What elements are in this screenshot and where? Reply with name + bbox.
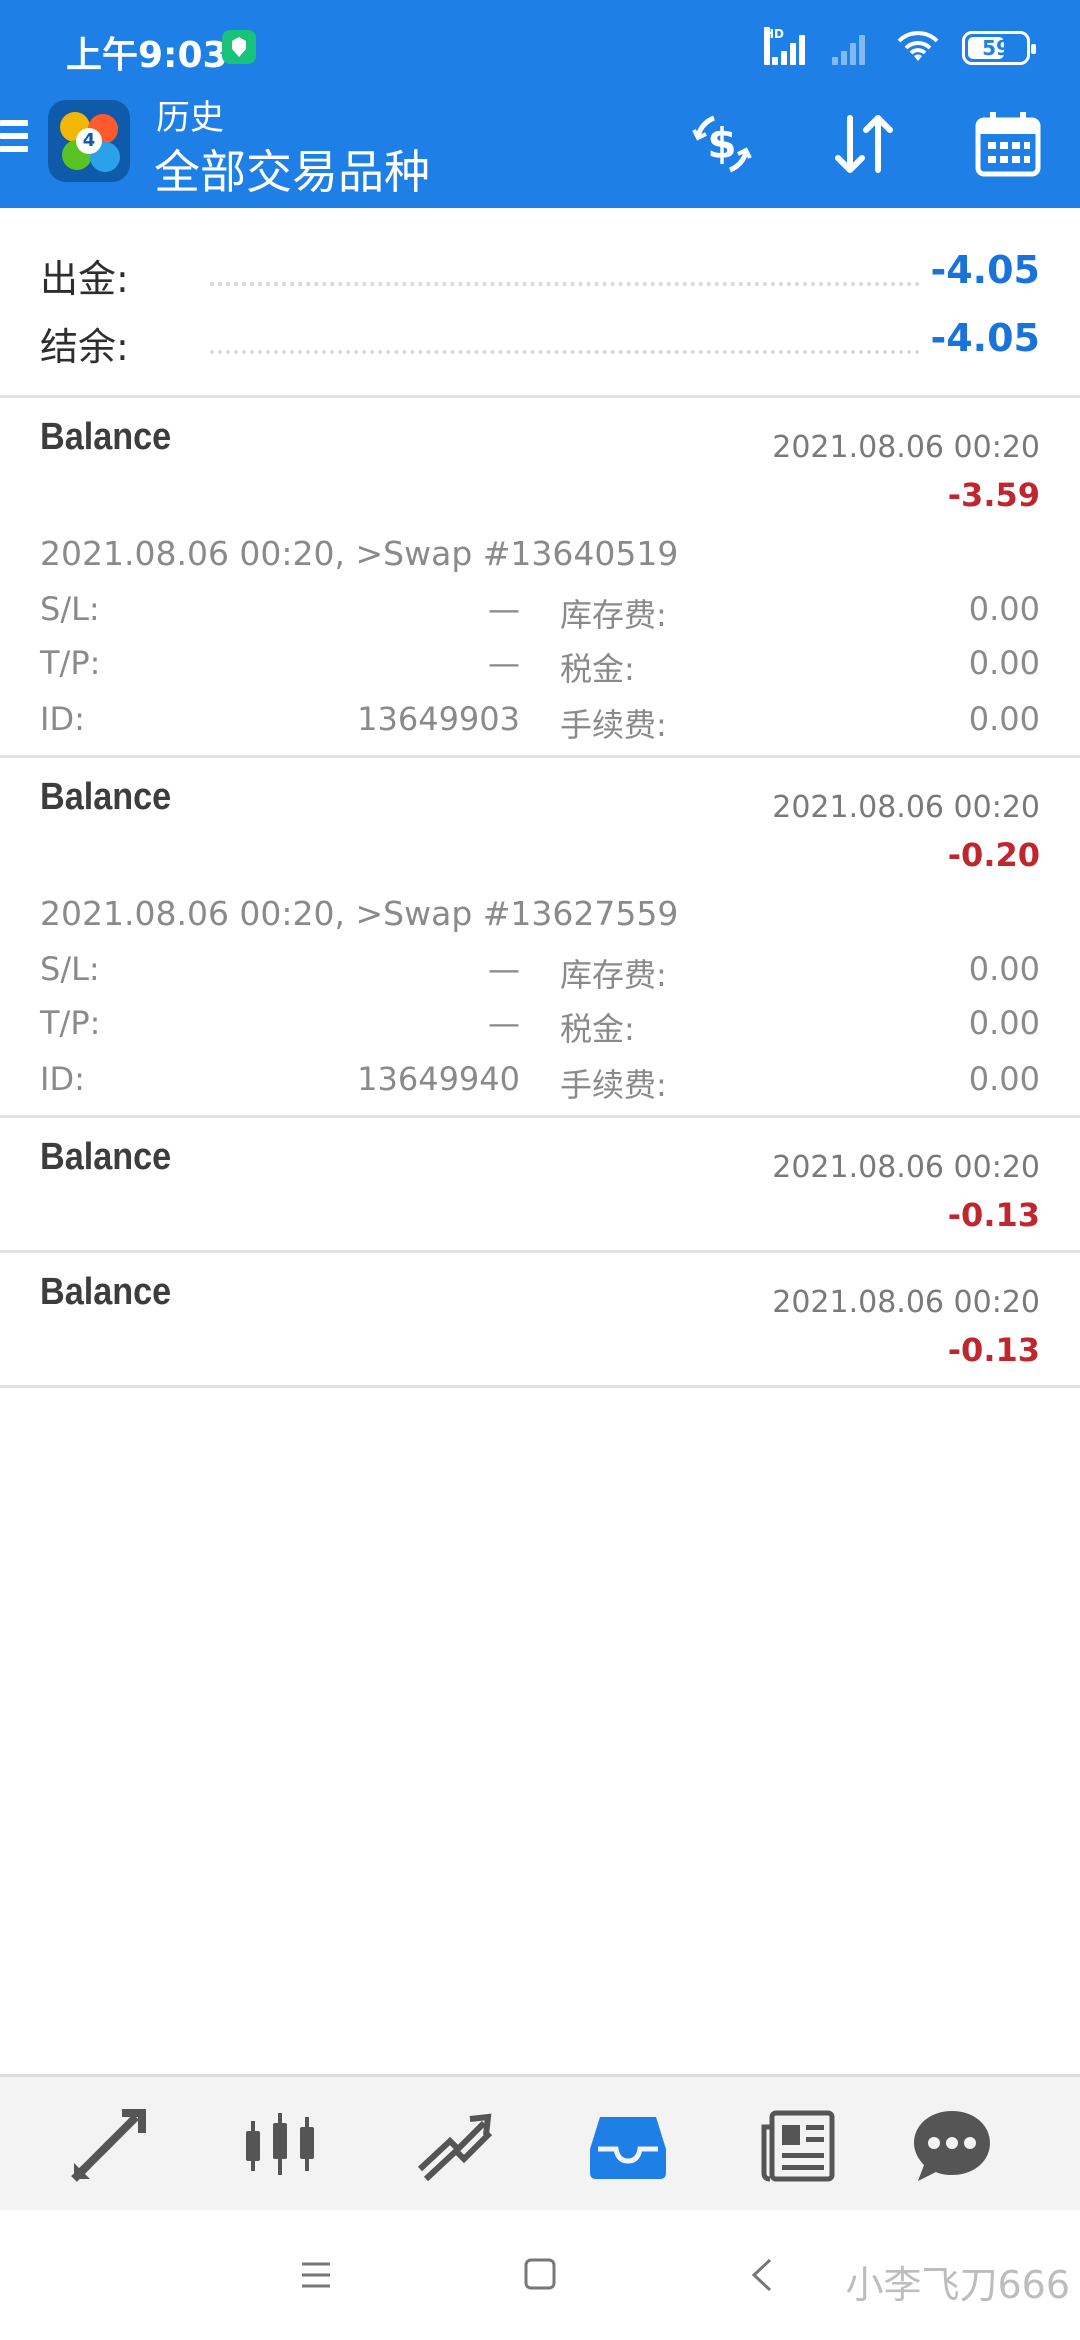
tp-label: T/P: bbox=[40, 644, 101, 682]
header-title[interactable]: 全部交易品种 bbox=[154, 136, 430, 202]
currency-exchange-icon[interactable]: $ bbox=[684, 106, 760, 182]
summary-value: -4.05 bbox=[930, 248, 1040, 292]
id-value: 13649940 bbox=[357, 1060, 520, 1098]
trade-icon[interactable] bbox=[410, 2103, 494, 2187]
id-value: 13649903 bbox=[357, 700, 520, 738]
record-time: 2021.08.06 00:20 bbox=[772, 1285, 1040, 1320]
summary-row-withdrawal: 出金: -4.05 bbox=[40, 248, 1040, 308]
calendar-icon[interactable] bbox=[970, 106, 1046, 182]
recent-apps-icon[interactable] bbox=[286, 2250, 346, 2300]
summary-value: -4.05 bbox=[930, 316, 1040, 360]
battery-icon: 59 bbox=[962, 31, 1036, 65]
record-amount: -3.59 bbox=[947, 476, 1040, 514]
sort-icon[interactable] bbox=[826, 106, 902, 182]
record-type: Balance bbox=[40, 416, 172, 458]
storage-value: 0.00 bbox=[968, 950, 1040, 988]
header-subtitle: 历史 bbox=[156, 98, 224, 138]
record-time: 2021.08.06 00:20 bbox=[772, 790, 1040, 825]
tax-label: 税金: bbox=[560, 1010, 635, 1048]
signal-icon: HD bbox=[764, 27, 808, 65]
status-icons: HD 59 bbox=[764, 27, 1036, 68]
signal-icon-2 bbox=[830, 31, 874, 65]
storage-label: 库存费: bbox=[560, 596, 667, 634]
history-record[interactable]: Balance 2021.08.06 00:20 -3.59 2021.08.0… bbox=[0, 398, 1080, 758]
chart-icon[interactable] bbox=[238, 2103, 322, 2187]
record-type: Balance bbox=[40, 776, 172, 818]
tax-value: 0.00 bbox=[968, 644, 1040, 682]
record-time: 2021.08.06 00:20 bbox=[772, 1150, 1040, 1185]
summary-label: 结余: bbox=[40, 325, 129, 369]
watermark: 小李飞刀666 bbox=[845, 2263, 1070, 2307]
history-record[interactable]: Balance 2021.08.06 00:20 -0.20 2021.08.0… bbox=[0, 758, 1080, 1118]
fee-label: 手续费: bbox=[560, 1066, 667, 1104]
app-logo: 4 bbox=[48, 100, 130, 182]
record-comment: 2021.08.06 00:20, >Swap #13640519 bbox=[40, 534, 679, 573]
storage-value: 0.00 bbox=[968, 590, 1040, 628]
menu-icon[interactable] bbox=[0, 120, 28, 160]
tp-value: — bbox=[488, 644, 520, 682]
record-time: 2021.08.06 00:20 bbox=[772, 430, 1040, 465]
fee-label: 手续费: bbox=[560, 706, 667, 744]
bottom-nav bbox=[0, 2074, 1080, 2210]
tp-value: — bbox=[488, 1004, 520, 1042]
record-amount: -0.13 bbox=[947, 1196, 1040, 1234]
record-comment: 2021.08.06 00:20, >Swap #13627559 bbox=[40, 894, 679, 933]
summary-label: 出金: bbox=[40, 257, 129, 301]
storage-label: 库存费: bbox=[560, 956, 667, 994]
history-record[interactable]: Balance 2021.08.06 00:20 -0.13 bbox=[0, 1118, 1080, 1253]
sl-label: S/L: bbox=[40, 590, 100, 628]
svg-text:$: $ bbox=[707, 119, 736, 168]
id-label: ID: bbox=[40, 1060, 85, 1098]
summary-row-balance: 结余: -4.05 bbox=[40, 316, 1040, 376]
status-time: 上午9:03 bbox=[66, 35, 228, 76]
hd-label: HD bbox=[764, 27, 784, 65]
summary-panel: 出金: -4.05 结余: -4.05 bbox=[0, 208, 1080, 398]
quotes-icon[interactable] bbox=[66, 2103, 150, 2187]
history-record[interactable]: Balance 2021.08.06 00:20 -0.13 bbox=[0, 1253, 1080, 1388]
status-bar: 上午9:03 HD 59 bbox=[0, 0, 1080, 90]
record-amount: -0.13 bbox=[947, 1331, 1040, 1369]
tax-value: 0.00 bbox=[968, 1004, 1040, 1042]
record-type: Balance bbox=[40, 1136, 172, 1178]
app-header: 上午9:03 HD 59 4 历史 全部交易品种 $ bbox=[0, 0, 1080, 208]
tax-label: 税金: bbox=[560, 650, 635, 688]
battery-level: 59 bbox=[982, 36, 1010, 60]
id-label: ID: bbox=[40, 700, 85, 738]
home-icon[interactable] bbox=[510, 2250, 570, 2300]
history-icon[interactable] bbox=[586, 2103, 670, 2187]
news-icon[interactable] bbox=[758, 2103, 842, 2187]
record-amount: -0.20 bbox=[947, 836, 1040, 874]
tp-label: T/P: bbox=[40, 1004, 101, 1042]
sl-label: S/L: bbox=[40, 950, 100, 988]
fee-value: 0.00 bbox=[968, 700, 1040, 738]
chat-icon[interactable] bbox=[910, 2103, 994, 2187]
wifi-icon bbox=[896, 31, 940, 65]
back-icon[interactable] bbox=[736, 2250, 796, 2300]
system-nav-bar: 小李飞刀666 bbox=[0, 2210, 1080, 2340]
fee-value: 0.00 bbox=[968, 1060, 1040, 1098]
record-type: Balance bbox=[40, 1271, 172, 1313]
shield-icon bbox=[222, 30, 256, 64]
sl-value: — bbox=[488, 950, 520, 988]
sl-value: — bbox=[488, 590, 520, 628]
